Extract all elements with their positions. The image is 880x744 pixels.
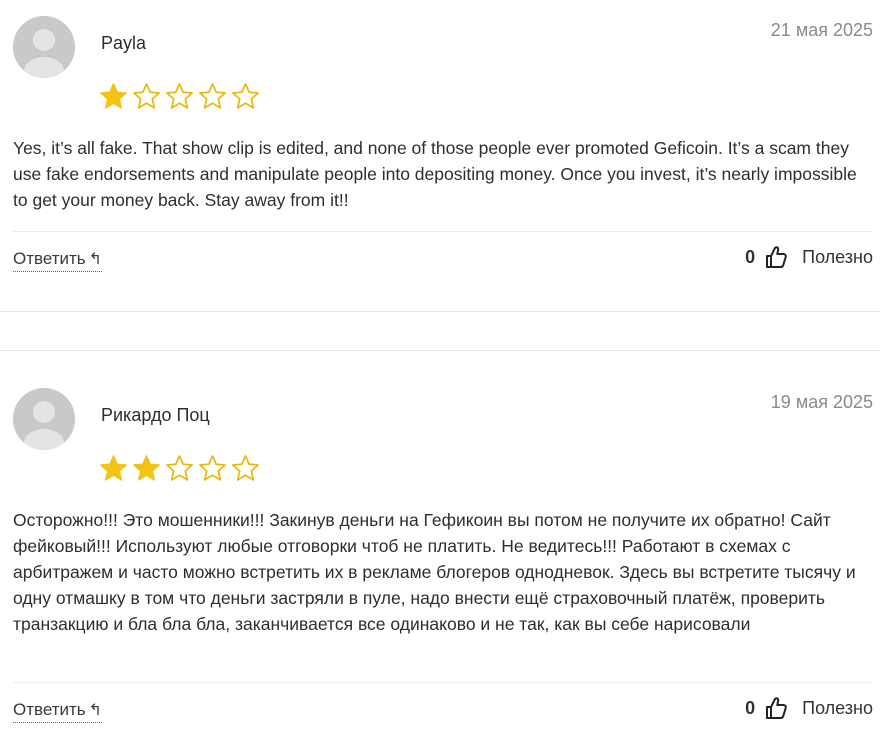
vote-section: 0 Полезно [745,245,873,269]
vote-count: 0 [745,246,756,267]
useful-button[interactable]: Полезно [802,698,873,719]
rating-stars [99,82,260,112]
vote-section: 0 Полезно [745,696,873,720]
avatar-placeholder-icon [13,388,75,450]
star-icon [166,455,193,481]
star-icon [199,83,226,109]
review-text: Yes, it’s all fake. That show clip is ed… [13,138,857,210]
author-name: Рикардо Поц [101,405,210,425]
star-icon [199,455,226,481]
star-icon [133,83,160,109]
review-date: 21 мая 2025 [770,20,873,40]
reply-button[interactable]: Ответить ↰ [13,700,103,723]
author-name: Payla [101,33,147,53]
star-icon [166,83,193,109]
avatar-placeholder-icon [13,16,75,78]
star-icon [100,83,127,109]
rating-stars [99,454,260,484]
thumbs-up-icon[interactable] [765,245,787,269]
divider [13,682,873,683]
star-icon [232,455,259,481]
reply-arrow-icon: ↰ [88,251,103,268]
divider [13,231,873,232]
review-date: 19 мая 2025 [770,392,873,412]
vote-count: 0 [745,697,756,718]
review-card: Payla 21 мая 2025 Yes, it’s all fake. Th… [0,0,880,312]
avatar [13,16,75,78]
star-icon [232,83,259,109]
reply-arrow-icon: ↰ [88,702,103,719]
reply-label: Ответить [13,249,86,268]
review-card: Рикардо Поц 19 мая 2025 Осторожно!!! Это… [0,351,880,744]
thumbs-up-icon[interactable] [765,696,787,720]
star-icon [133,455,160,481]
review-separator [0,311,880,312]
avatar [13,388,75,450]
star-icon [100,455,127,481]
reply-button[interactable]: Ответить ↰ [13,249,103,272]
review-text: Осторожно!!! Это мошенники!!! Закинув де… [13,510,856,634]
reply-label: Ответить [13,700,86,719]
useful-button[interactable]: Полезно [802,247,873,268]
